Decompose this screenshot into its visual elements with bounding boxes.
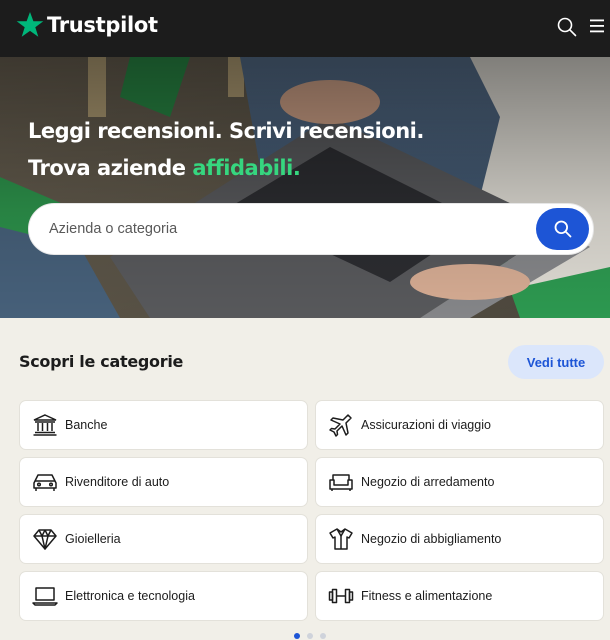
category-label: Banche — [65, 418, 108, 432]
category-card-jewelry[interactable]: Gioielleria — [19, 514, 308, 564]
star-logo-icon — [16, 12, 44, 37]
hero-background-photo — [0, 57, 610, 318]
see-all-button[interactable]: Vedi tutte — [508, 345, 604, 379]
category-card-fitness[interactable]: Fitness e alimentazione — [315, 571, 604, 621]
category-label: Negozio di arredamento — [361, 475, 495, 489]
search-bar — [28, 203, 594, 255]
airplane-icon — [328, 412, 354, 438]
category-card-electronics[interactable]: Elettronica e tecnologia — [19, 571, 308, 621]
dumbbell-icon — [328, 583, 354, 609]
search-icon[interactable] — [556, 16, 578, 38]
hero-headline-line2: Trova aziende affidabili. — [28, 156, 301, 180]
sofa-icon — [328, 469, 354, 495]
search-icon — [554, 220, 571, 238]
pagination-dot-1[interactable] — [294, 633, 300, 639]
category-card-banks[interactable]: Banche — [19, 400, 308, 450]
bank-icon — [32, 412, 58, 438]
category-card-furniture-store[interactable]: Negozio di arredamento — [315, 457, 604, 507]
category-label: Rivenditore di auto — [65, 475, 170, 489]
pagination-dot-2[interactable] — [307, 633, 313, 639]
category-label: Gioielleria — [65, 532, 121, 546]
category-label: Fitness e alimentazione — [361, 589, 493, 603]
pagination-dot-3[interactable] — [320, 633, 326, 639]
headline-text: Trova aziende — [28, 156, 193, 180]
top-header: Trustpilot — [0, 0, 610, 57]
categories-title: Scopri le categorie — [19, 352, 184, 371]
search-submit-button[interactable] — [536, 208, 589, 250]
category-card-clothing-store[interactable]: Negozio di abbigliamento — [315, 514, 604, 564]
shirt-icon — [328, 526, 354, 552]
search-input[interactable] — [49, 204, 529, 254]
hero-banner: Leggi recensioni. Scrivi recensioni. Tro… — [0, 57, 610, 318]
diamond-icon — [32, 526, 58, 552]
carousel-pagination — [294, 633, 326, 639]
category-card-car-dealers[interactable]: Rivenditore di auto — [19, 457, 308, 507]
category-label: Negozio di abbigliamento — [361, 532, 502, 546]
trustpilot-logo[interactable]: Trustpilot — [16, 11, 158, 39]
category-card-travel-insurance[interactable]: Assicurazioni di viaggio — [315, 400, 604, 450]
brand-name: Trustpilot — [47, 13, 158, 37]
menu-icon[interactable] — [589, 18, 605, 34]
headline-accent: affidabili. — [192, 156, 301, 180]
car-icon — [32, 469, 58, 495]
category-label: Assicurazioni di viaggio — [361, 418, 491, 432]
laptop-icon — [32, 583, 58, 609]
hero-headline-line1: Leggi recensioni. Scrivi recensioni. — [28, 119, 424, 143]
category-label: Elettronica e tecnologia — [65, 589, 195, 603]
